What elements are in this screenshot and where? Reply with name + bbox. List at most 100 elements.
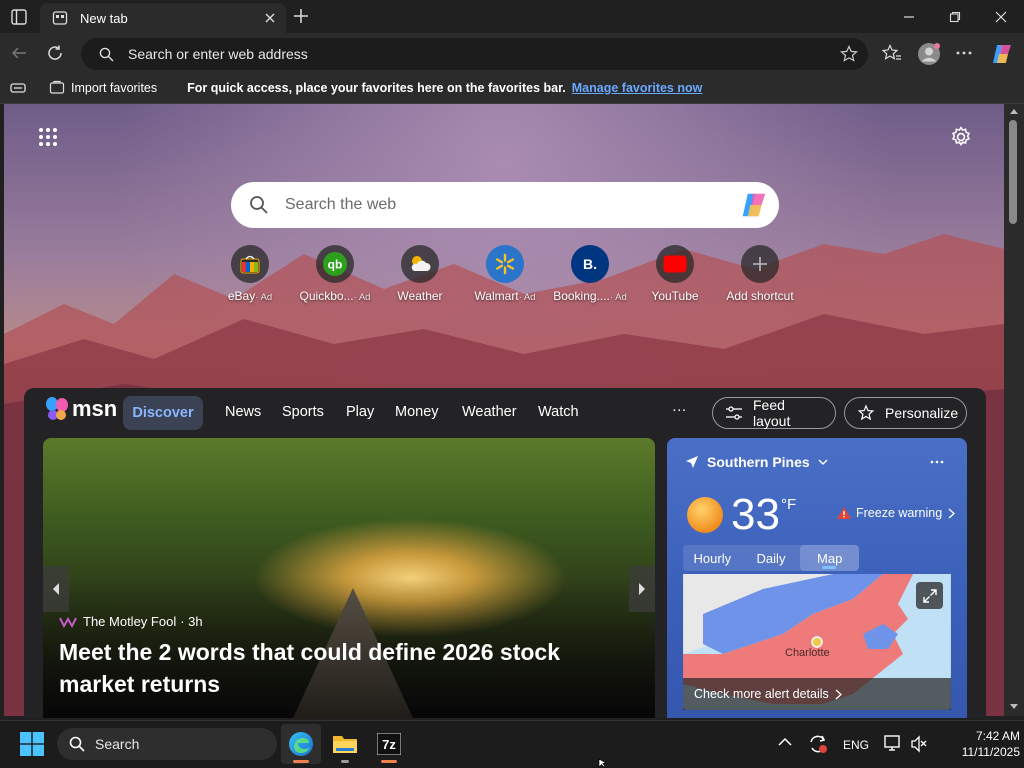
weather-location[interactable]: Southern Pines bbox=[685, 454, 828, 470]
apps-grid-icon[interactable] bbox=[38, 127, 58, 147]
booking-icon: B. bbox=[571, 245, 609, 283]
tab-page-icon bbox=[52, 10, 68, 26]
shortcut-walmart[interactable]: Walmart· Ad bbox=[460, 245, 550, 303]
network-icon[interactable] bbox=[884, 735, 904, 753]
story-age: · 3h bbox=[180, 614, 203, 629]
quickbooks-icon: qb bbox=[316, 245, 354, 283]
taskbar-search[interactable]: Search bbox=[57, 728, 277, 760]
reading-view-icon[interactable] bbox=[10, 81, 26, 95]
edge-icon bbox=[289, 732, 313, 756]
settings-gear-icon[interactable] bbox=[950, 126, 972, 148]
scroll-thumb[interactable] bbox=[1009, 120, 1017, 224]
taskbar-search-label: Search bbox=[95, 736, 140, 752]
taskbar-edge[interactable] bbox=[281, 724, 321, 764]
taskbar-file-explorer[interactable] bbox=[325, 724, 365, 764]
show-hidden-icons-chevron-up-icon[interactable] bbox=[777, 736, 793, 748]
back-button[interactable] bbox=[10, 44, 28, 62]
nav-discover[interactable]: Discover bbox=[123, 396, 203, 430]
minimize-button[interactable] bbox=[886, 0, 932, 33]
tab-actions-icon[interactable] bbox=[10, 8, 28, 26]
ad-badge: · Ad bbox=[255, 292, 273, 303]
tab-close-icon[interactable] bbox=[264, 12, 276, 24]
chevron-down-icon bbox=[818, 458, 828, 466]
warning-icon bbox=[836, 506, 852, 520]
ad-badge: · Ad bbox=[518, 292, 536, 303]
profile-avatar[interactable] bbox=[917, 42, 941, 66]
scroll-down-arrow-icon[interactable] bbox=[1009, 703, 1019, 711]
tab-daily[interactable]: Daily bbox=[742, 545, 801, 571]
nav-sports[interactable]: Sports bbox=[282, 404, 324, 420]
scroll-up-arrow-icon[interactable] bbox=[1009, 107, 1019, 115]
weather-more-icon[interactable] bbox=[929, 454, 945, 470]
manage-favorites-link[interactable]: Manage favorites now bbox=[572, 81, 703, 95]
shortcut-label: YouTube bbox=[651, 289, 699, 303]
weather-unit[interactable]: °F bbox=[781, 496, 796, 513]
feed-layout-label: Feed layout bbox=[753, 397, 791, 429]
tab-map[interactable]: Map bbox=[800, 545, 860, 571]
chevron-right-icon bbox=[835, 689, 842, 700]
story-source[interactable]: The Motley Fool · 3h bbox=[59, 614, 203, 629]
story-headline[interactable]: Meet the 2 words that could define 2026 … bbox=[59, 636, 619, 700]
windows-start-icon[interactable] bbox=[20, 732, 44, 756]
hero-prev-button[interactable] bbox=[43, 566, 69, 612]
nav-money[interactable]: Money bbox=[395, 404, 439, 420]
personalize-button[interactable]: Personalize bbox=[844, 397, 967, 429]
shortcut-youtube[interactable]: YouTube bbox=[630, 245, 720, 303]
feed-layout-button[interactable]: Feed layout bbox=[712, 397, 836, 429]
nav-more-button[interactable]: ··· bbox=[672, 402, 687, 418]
nav-weather[interactable]: Weather bbox=[462, 404, 517, 420]
msn-logo[interactable]: msn bbox=[44, 396, 117, 422]
weather-icon bbox=[401, 245, 439, 283]
folder-icon bbox=[333, 736, 357, 753]
map-city-label: Charlotte bbox=[785, 647, 830, 659]
source-name: The Motley Fool bbox=[83, 614, 177, 629]
new-tab-button[interactable] bbox=[292, 7, 310, 25]
search-icon bbox=[249, 195, 269, 215]
address-input[interactable]: Search or enter web address bbox=[128, 46, 840, 62]
running-indicator bbox=[293, 760, 309, 763]
shortcut-add[interactable]: Add shortcut bbox=[715, 245, 805, 303]
import-favorites-icon[interactable] bbox=[49, 80, 65, 96]
sync-alert-icon[interactable] bbox=[807, 733, 829, 755]
7zip-icon: 7z bbox=[377, 733, 401, 755]
tab-hourly[interactable]: Hourly bbox=[683, 545, 742, 571]
running-indicator bbox=[341, 760, 349, 763]
shortcut-weather[interactable]: Weather bbox=[375, 245, 465, 303]
volume-muted-icon[interactable] bbox=[910, 735, 928, 753]
more-menu-icon[interactable] bbox=[955, 44, 973, 62]
alert-text: Freeze warning bbox=[856, 506, 943, 520]
freeze-warning-alert[interactable]: Freeze warning bbox=[836, 506, 956, 520]
location-arrow-icon bbox=[685, 455, 699, 469]
nav-play[interactable]: Play bbox=[346, 404, 374, 420]
shortcut-ebay[interactable]: eBay· Ad bbox=[205, 245, 295, 303]
copilot-icon[interactable] bbox=[990, 42, 1014, 66]
weather-temperature: 33 bbox=[731, 490, 780, 539]
shortcut-quickbooks[interactable]: qb Quickbo...· Ad bbox=[290, 245, 380, 303]
add-favorite-icon[interactable] bbox=[840, 45, 858, 63]
nav-watch[interactable]: Watch bbox=[538, 404, 579, 420]
hero-next-button[interactable] bbox=[629, 566, 655, 612]
copilot-icon[interactable] bbox=[739, 190, 769, 220]
close-window-button[interactable] bbox=[978, 0, 1024, 33]
import-favorites-button[interactable]: Import favorites bbox=[71, 81, 157, 95]
favorites-icon[interactable] bbox=[882, 44, 902, 62]
expand-map-button[interactable] bbox=[916, 582, 943, 609]
sliders-icon bbox=[725, 405, 743, 421]
shortcut-label: Walmart bbox=[474, 289, 519, 303]
ad-badge: · Ad bbox=[353, 292, 371, 303]
msn-butterfly-icon bbox=[46, 397, 68, 420]
system-clock[interactable]: 7:42 AM 11/11/2025 bbox=[930, 728, 1020, 760]
shortcut-booking[interactable]: B. Booking....· Ad bbox=[545, 245, 635, 303]
web-search-box[interactable]: Search the web bbox=[231, 182, 779, 228]
nav-news[interactable]: News bbox=[225, 404, 261, 420]
running-indicator bbox=[381, 760, 397, 763]
taskbar-7zip[interactable]: 7z bbox=[369, 724, 409, 764]
input-language[interactable]: ENG bbox=[843, 738, 869, 752]
web-search-input[interactable]: Search the web bbox=[285, 196, 739, 214]
address-bar[interactable]: Search or enter web address bbox=[81, 38, 868, 70]
refresh-button[interactable] bbox=[46, 44, 64, 62]
tab-new-tab[interactable]: New tab bbox=[40, 3, 286, 33]
sparkle-star-icon bbox=[857, 404, 875, 422]
alert-details-link[interactable]: Check more alert details bbox=[683, 678, 951, 710]
restore-button[interactable] bbox=[932, 0, 978, 33]
